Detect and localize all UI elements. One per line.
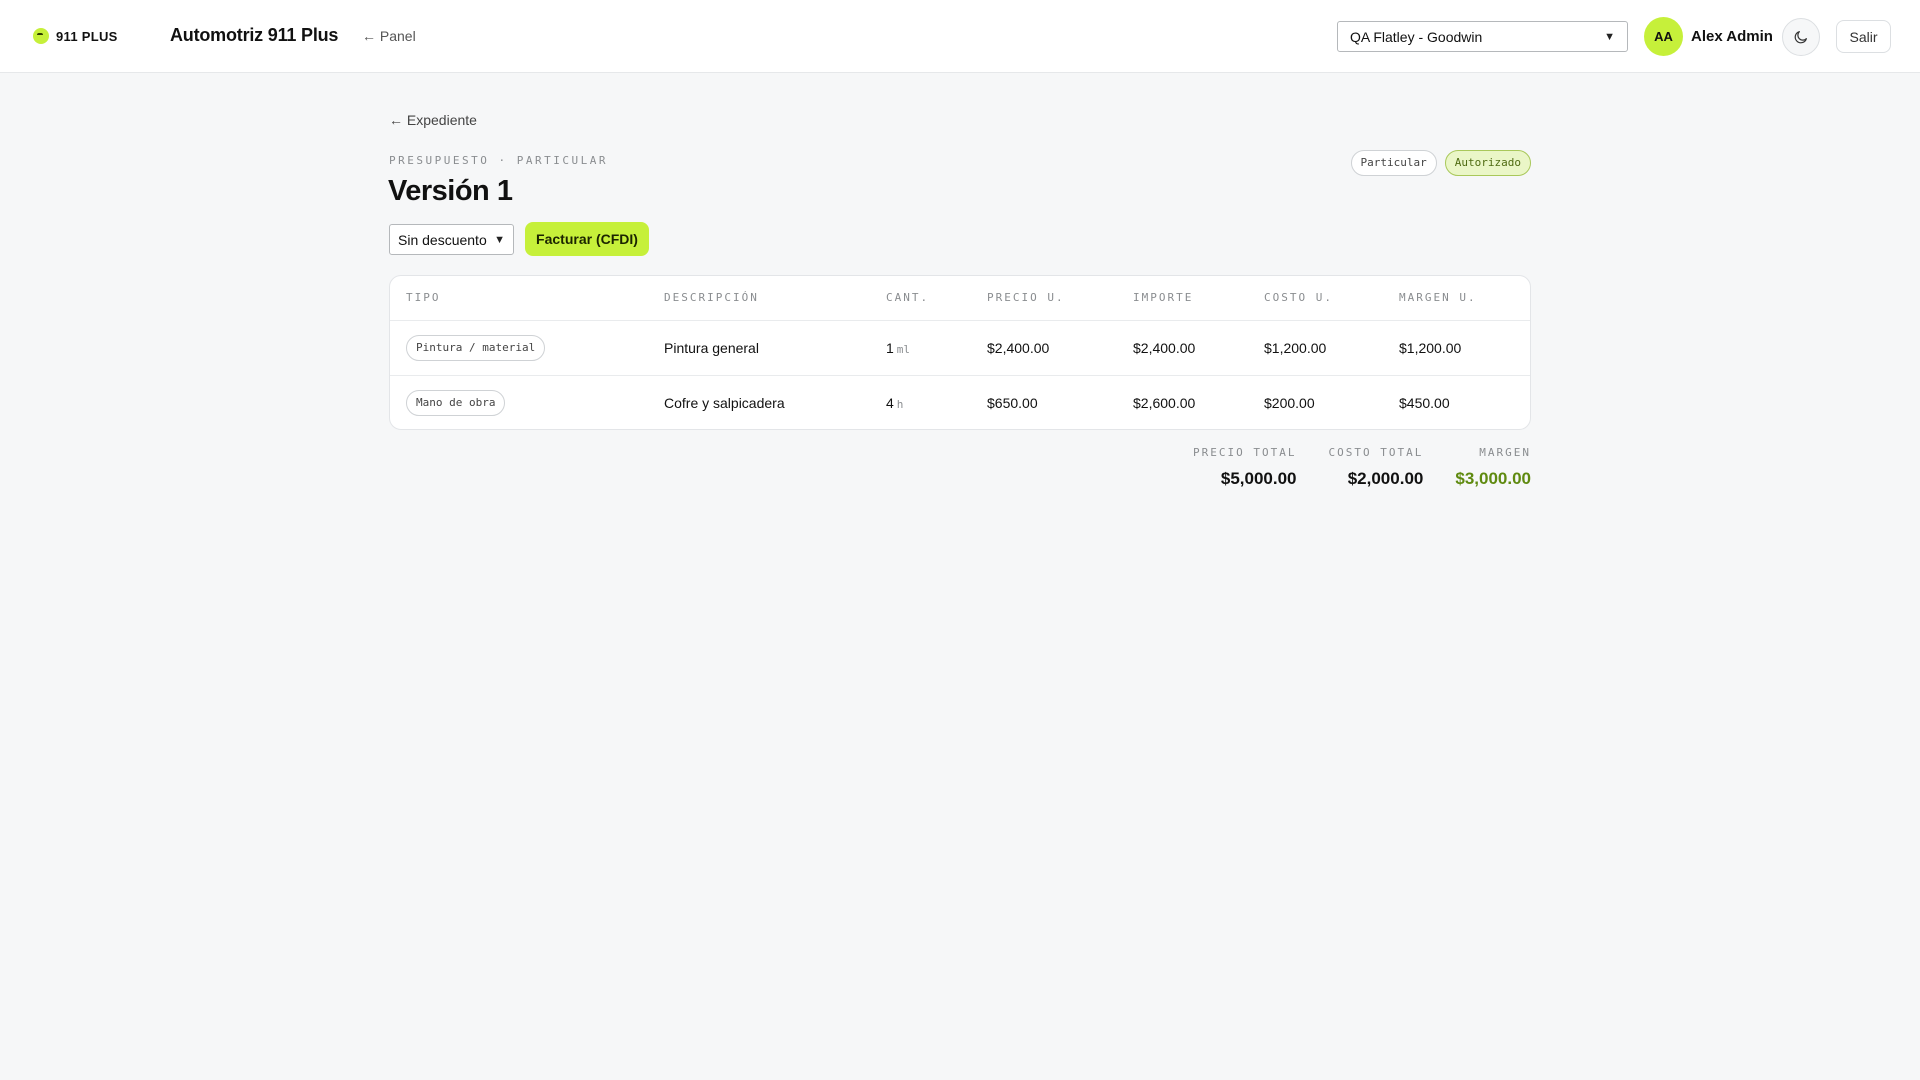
total-margin-value: $3,000.00: [1455, 469, 1531, 488]
column-header-amount: IMPORTE: [1117, 276, 1248, 321]
avatar[interactable]: AA: [1644, 17, 1683, 56]
total-margin-label: MARGEN: [1479, 446, 1531, 459]
qty-value: 1: [886, 339, 894, 356]
top-bar: 911 PLUS Automotriz 911 Plus ← Panel QA …: [0, 0, 1920, 73]
moon-icon: [1794, 31, 1807, 44]
cell-type: Mano de obra: [390, 375, 648, 429]
column-header-unit-cost: COSTO U.: [1248, 276, 1383, 321]
cell-unit-price: $650.00: [987, 394, 1038, 411]
totals-summary: PRECIO TOTAL $5,000.00 COSTO TOTAL $2,00…: [1193, 446, 1531, 489]
cell-amount: $2,600.00: [1133, 394, 1196, 411]
logo-text: 911 PLUS: [56, 28, 118, 44]
back-to-expediente-link[interactable]: ← Expediente: [389, 112, 477, 128]
cell-unit-cost: $200.00: [1264, 394, 1315, 411]
column-header-qty: CANT.: [870, 276, 971, 321]
back-to-panel-link[interactable]: ← Panel: [362, 28, 416, 44]
discount-select[interactable]: Sin descuento ▼: [389, 224, 514, 255]
qty-value: 4: [886, 394, 894, 411]
page-eyebrow: PRESUPUESTO · PARTICULAR: [389, 154, 608, 167]
type-chip: Pintura / material: [406, 334, 546, 361]
column-header-type: TIPO: [390, 276, 648, 321]
table-row[interactable]: Mano de obra Cofre y salpicadera 4h $650…: [390, 375, 1530, 429]
cell-unit-cost: $1,200.00: [1248, 320, 1383, 376]
qty-unit: h: [896, 397, 904, 411]
table-row[interactable]: Pintura / material Pintura general 1 ml $…: [390, 320, 1530, 376]
total-cost-label: COSTO TOTAL: [1328, 446, 1424, 459]
total-cost: COSTO TOTAL $2,000.00: [1329, 446, 1424, 489]
budget-items-table: TIPO DESCRIPCIÓN CANT. PRECIO U. IMPORTE…: [389, 275, 1531, 430]
cell-amount: $2,400.00: [1117, 320, 1248, 376]
cell-unit-price: $2,400.00: [971, 320, 1117, 376]
discount-select-value: Sin descuento: [398, 231, 487, 248]
column-header-unit-margin: MARGEN U.: [1383, 276, 1530, 321]
chevron-down-icon: ▼: [1604, 30, 1615, 43]
cell-type: Pintura / material: [390, 320, 648, 376]
column-header-description: DESCRIPCIÓN: [648, 276, 870, 321]
cell-unit-margin: $1,200.00: [1383, 320, 1530, 376]
cell-unit-margin: $450.00: [1399, 394, 1450, 411]
chevron-down-icon: ▼: [494, 233, 505, 246]
logo-icon: [33, 28, 49, 44]
total-price: PRECIO TOTAL $5,000.00: [1193, 446, 1296, 489]
type-chip: Mano de obra: [406, 389, 506, 416]
total-price-label: PRECIO TOTAL: [1193, 446, 1297, 459]
cell-description: Pintura general: [648, 320, 870, 376]
status-badges: Particular Autorizado: [1350, 150, 1531, 176]
cell-qty: 1 ml: [870, 320, 971, 376]
total-margin: MARGEN $3,000.00: [1455, 446, 1531, 489]
qty-unit: ml: [896, 342, 911, 356]
total-price-value: $5,000.00: [1220, 469, 1297, 488]
logout-button[interactable]: Salir: [1836, 20, 1891, 53]
theme-toggle-button[interactable]: [1782, 18, 1820, 56]
cell-qty: 4h: [870, 375, 971, 429]
app-title: Automotriz 911 Plus: [170, 25, 339, 45]
column-header-unit-price: PRECIO U.: [971, 276, 1117, 321]
brand-logo[interactable]: 911 PLUS: [33, 28, 118, 44]
cell-description: Cofre y salpicadera: [664, 394, 785, 411]
customer-type-badge: Particular: [1350, 150, 1437, 176]
table-header-row: TIPO DESCRIPCIÓN CANT. PRECIO U. IMPORTE…: [390, 276, 1530, 321]
shop-select[interactable]: QA Flatley - Goodwin ▼: [1337, 21, 1628, 52]
status-badge: Autorizado: [1444, 150, 1531, 176]
invoice-cfdi-button[interactable]: Facturar (CFDI): [525, 222, 649, 256]
shop-select-value: QA Flatley - Goodwin: [1350, 28, 1483, 45]
page-title: Versión 1: [388, 175, 513, 207]
total-cost-value: $2,000.00: [1347, 469, 1424, 488]
user-name: Alex Admin: [1691, 28, 1773, 45]
